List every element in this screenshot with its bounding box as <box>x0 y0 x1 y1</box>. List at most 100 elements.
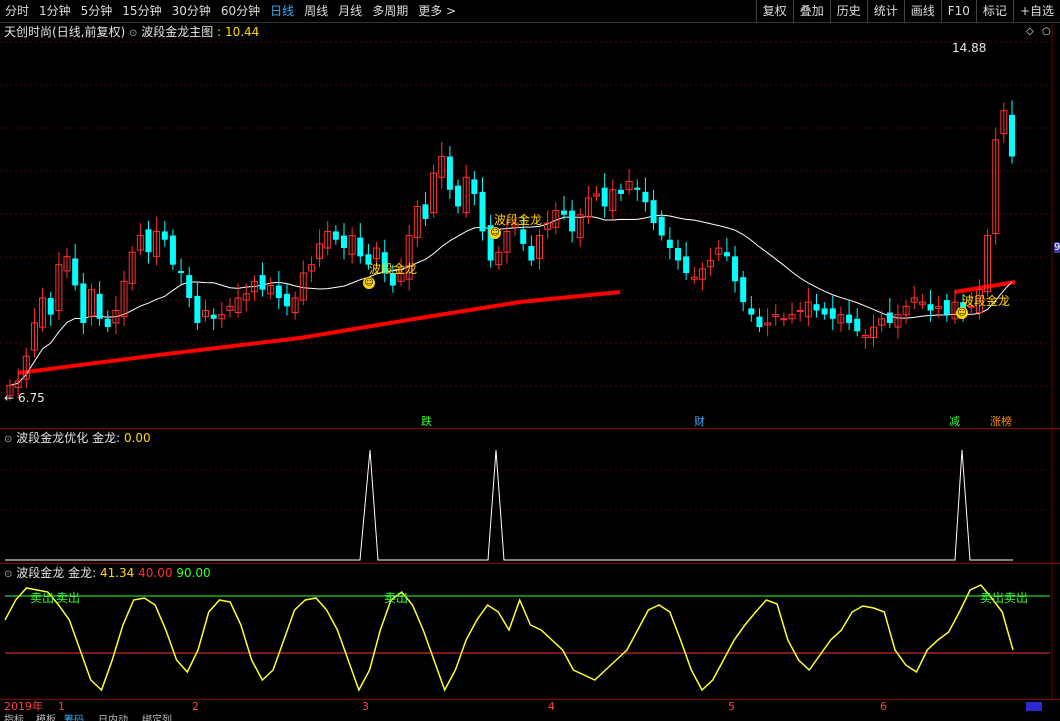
tab-indicator[interactable]: 指标 <box>4 713 24 721</box>
candle-body <box>80 283 87 323</box>
diamond-icon[interactable]: ◇ <box>1026 26 1034 37</box>
low-price-label: 6.75 <box>18 391 45 405</box>
event-marker[interactable]: 涨榜 <box>990 413 1012 429</box>
candle-body <box>1009 114 1015 157</box>
sub2-value: 41.34 <box>99 566 135 580</box>
candle-body <box>569 210 576 232</box>
scroll-thumb[interactable] <box>1026 702 1042 711</box>
candle-body <box>886 312 893 323</box>
candle-body <box>634 187 641 190</box>
candle-body <box>821 308 828 315</box>
bottom-tabs: 指标 模板 筹码 日内动 绑定列 <box>0 713 1060 721</box>
candle-body <box>47 297 54 315</box>
tab-intraday[interactable]: 日内动 <box>98 713 128 721</box>
grid-lines <box>0 24 1053 699</box>
trend-line-segment <box>17 290 621 375</box>
candle-body <box>675 248 681 261</box>
right-edge-value: 9 <box>1054 242 1060 253</box>
high-price-label: 14.88 <box>952 41 987 55</box>
candle-body <box>796 309 804 312</box>
smile-icon: ☺ <box>489 227 501 239</box>
month-label: 3 <box>362 700 369 713</box>
oscillator-line <box>4 584 1014 692</box>
dropdown-icon[interactable]: ⊙ <box>4 434 12 445</box>
tab-chips[interactable]: 筹码 <box>64 713 84 721</box>
candle-body <box>422 204 429 219</box>
indicator-name[interactable]: 波段金龙主图 <box>141 25 213 39</box>
month-label: 5 <box>728 700 735 713</box>
main-panel-title: 天创时尚(日线,前复权) ⊙ 波段金龙主图 : 10.44 <box>4 24 259 42</box>
candle-body <box>528 245 535 261</box>
month-label: 6 <box>880 700 887 713</box>
sell-signal-label: 卖出 <box>384 591 409 605</box>
month-label: 2 <box>192 700 199 713</box>
sub2-value-red: 40.00 <box>138 566 173 580</box>
candle-body <box>601 187 608 207</box>
candle-body <box>658 216 665 236</box>
candle-body <box>617 189 624 194</box>
candle-body <box>96 293 103 319</box>
stock-name: 天创时尚 <box>4 25 53 39</box>
candle-body <box>145 229 152 253</box>
kline-chart-svg[interactable] <box>0 0 1060 721</box>
candle-body <box>104 318 111 328</box>
candle-body <box>813 304 820 311</box>
tab-bind[interactable]: 绑定列 <box>142 713 172 721</box>
circle-icon[interactable]: ○ <box>1042 26 1051 37</box>
dropdown-icon[interactable]: ⊙ <box>4 569 12 580</box>
candle-body <box>186 275 193 298</box>
candle-body <box>666 239 673 249</box>
candle-body <box>943 300 950 315</box>
candle-body <box>732 256 739 282</box>
candle-body <box>471 179 478 194</box>
sub1-value: 0.00 <box>123 431 151 445</box>
event-marker[interactable]: 财 <box>694 413 705 429</box>
candle-body <box>927 304 934 311</box>
candle-body <box>846 314 853 323</box>
candle-body <box>854 318 861 332</box>
signal-label: 波段金龙 <box>369 262 418 276</box>
sell-signal-label: 卖出 <box>30 591 55 605</box>
candle-body <box>332 231 339 240</box>
dropdown-icon[interactable]: ⊙ <box>129 28 137 39</box>
sell-signal-label: 卖出 <box>1004 591 1029 605</box>
candle-body <box>560 210 567 215</box>
sub2-value-green: 90.00 <box>176 566 211 580</box>
candle-body <box>169 235 176 265</box>
panel-separator[interactable] <box>0 428 1060 429</box>
event-marker[interactable]: 跌 <box>421 413 432 429</box>
trend-line-red <box>17 280 1016 375</box>
signal-label: 波段金龙 <box>962 294 1011 308</box>
candle-body <box>479 191 486 232</box>
candle-body <box>341 235 347 249</box>
sub-panel-2-title: ⊙ 波段金龙 金龙: 41.34 40.00 90.00 <box>4 565 211 583</box>
candle-body <box>161 231 168 240</box>
candle-body <box>740 277 747 303</box>
candle-body <box>520 229 527 244</box>
candle-body <box>642 191 649 203</box>
candle-body <box>756 316 763 328</box>
smile-icon: ☺ <box>363 277 375 289</box>
signal-spike-line <box>5 449 1013 561</box>
tab-template[interactable]: 模板 <box>36 713 56 721</box>
candle-body <box>283 293 290 307</box>
chart-mode: (日线,前复权) <box>52 25 126 39</box>
candle-body <box>829 308 836 319</box>
event-marker[interactable]: 减 <box>949 413 960 429</box>
low-arrow-icon: ← <box>4 391 15 405</box>
candle-body <box>275 285 282 298</box>
candle-body <box>194 295 201 323</box>
panel-separator[interactable] <box>0 563 1060 564</box>
candle-body <box>723 252 730 257</box>
sell-signal-label: 卖出 <box>56 591 81 605</box>
candle-body <box>210 314 217 319</box>
sell-signal-label: 卖出 <box>980 591 1005 605</box>
sub1-indicator-name[interactable]: 波段金龙优化 <box>16 431 88 445</box>
sub1-label: 金龙: <box>92 431 121 445</box>
candle-body <box>72 258 79 286</box>
candle-body <box>357 237 364 257</box>
candle-body <box>178 270 185 274</box>
optimized-signal-line <box>5 449 1013 561</box>
month-label: 1 <box>58 700 65 713</box>
sub2-indicator-name[interactable]: 波段金龙 <box>16 566 64 580</box>
